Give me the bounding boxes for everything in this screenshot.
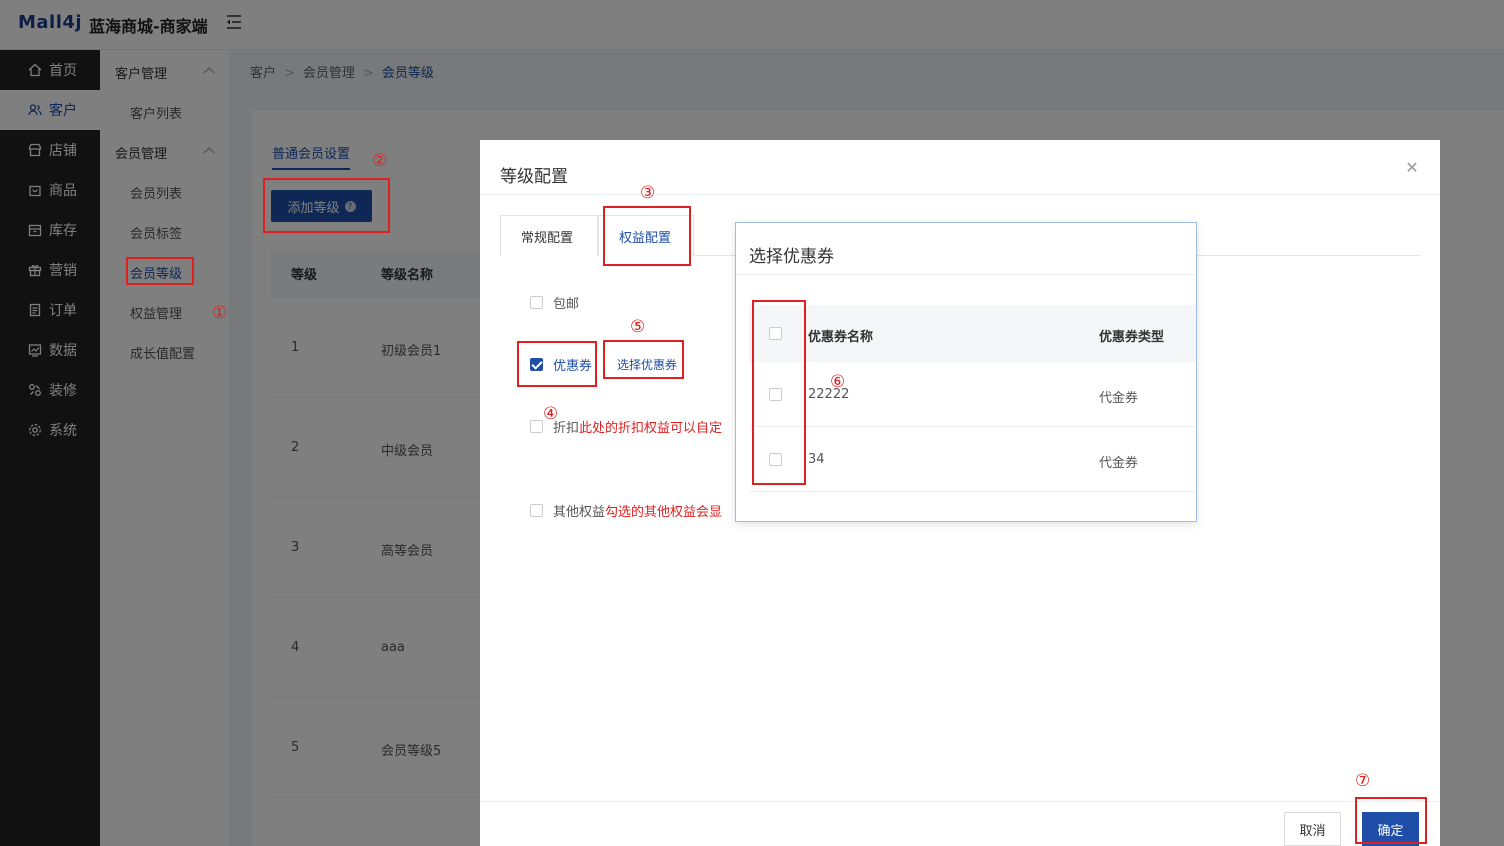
annotation-box bbox=[752, 300, 806, 485]
discount-note: 此处的折扣权益可以自定 bbox=[579, 421, 723, 436]
divider bbox=[480, 194, 1440, 195]
annotation-number: ③ bbox=[640, 183, 656, 203]
annotation-box bbox=[603, 340, 684, 379]
coupon-name-cell: 34 bbox=[808, 452, 825, 467]
cancel-button[interactable]: 取消 bbox=[1284, 812, 1341, 846]
annotation-box bbox=[126, 257, 194, 285]
benefit-free-shipping[interactable]: 包邮 bbox=[530, 293, 579, 312]
annotation-box bbox=[603, 206, 691, 266]
annotation-number: ① bbox=[212, 303, 228, 323]
annotation-number: ② bbox=[372, 151, 388, 171]
divider bbox=[736, 274, 1196, 275]
annotation-number: ⑤ bbox=[630, 317, 646, 337]
other-benefit-label: 其他权益 bbox=[553, 505, 606, 520]
benefit-other[interactable]: 其他权益 勾选的其他权益会显 bbox=[530, 501, 722, 520]
table-row[interactable]: 34 代金券 bbox=[749, 427, 1196, 492]
other-benefit-note: 勾选的其他权益会显 bbox=[605, 505, 723, 520]
annotation-box bbox=[1355, 797, 1427, 844]
divider bbox=[480, 801, 1440, 802]
popover-title: 选择优惠券 bbox=[749, 247, 834, 267]
close-icon[interactable]: ✕ bbox=[1404, 160, 1420, 176]
benefit-discount[interactable]: 折扣 此处的折扣权益可以自定 bbox=[530, 417, 722, 436]
discount-checkbox[interactable] bbox=[530, 420, 543, 433]
coupon-type-cell: 代金券 bbox=[1099, 391, 1139, 406]
annotation-box bbox=[517, 341, 597, 387]
annotation-number: ④ bbox=[543, 404, 559, 424]
coupon-type-cell: 代金券 bbox=[1099, 456, 1139, 471]
free-shipping-checkbox[interactable] bbox=[530, 296, 543, 309]
annotation-box bbox=[263, 178, 390, 233]
annotation-number: ⑥ bbox=[830, 372, 846, 392]
coupon-table-header: 优惠券名称 优惠券类型 bbox=[749, 305, 1196, 362]
table-row[interactable]: 22222 代金券 bbox=[749, 362, 1196, 427]
other-benefit-checkbox[interactable] bbox=[530, 504, 543, 517]
column-header: 优惠券名称 bbox=[808, 330, 874, 345]
column-header: 优惠券类型 bbox=[1099, 330, 1165, 345]
annotation-number: ⑦ bbox=[1355, 771, 1371, 791]
dialog-title: 等级配置 bbox=[500, 167, 568, 187]
free-shipping-label: 包邮 bbox=[553, 297, 580, 312]
tab-general-config[interactable]: 常规配置 bbox=[500, 215, 598, 256]
